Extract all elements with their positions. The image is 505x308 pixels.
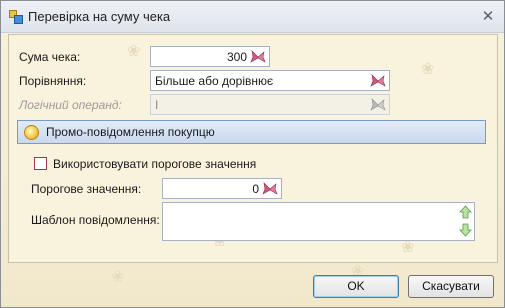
title-bar[interactable]: Перевірка на суму чека ✕: [1, 1, 504, 33]
butterfly-icon[interactable]: [250, 49, 266, 65]
template-label: Шаблон повідомлення:: [31, 213, 160, 227]
logical-operand-select: І: [150, 94, 390, 115]
logical-operand-value: І: [155, 98, 159, 112]
shell-decoration-icon: ❀: [421, 59, 435, 78]
butterfly-icon: [370, 97, 386, 113]
window-title: Перевірка на суму чека: [28, 9, 171, 24]
arrow-up-icon[interactable]: [459, 205, 472, 219]
ok-button[interactable]: OK: [313, 275, 399, 298]
use-threshold-checkbox[interactable]: [34, 157, 47, 170]
app-icon: [9, 10, 23, 24]
shell-decoration-icon: ❀: [111, 267, 125, 286]
promo-group-header[interactable]: Промо-повідомлення покупцю: [17, 120, 486, 144]
shell-decoration-icon: ❀: [401, 237, 415, 256]
use-threshold-label[interactable]: Використовувати порогове значення: [53, 157, 256, 171]
comparison-select[interactable]: Більше або дорівнює: [150, 70, 390, 91]
butterfly-icon[interactable]: [370, 73, 386, 89]
threshold-input[interactable]: 0: [162, 178, 282, 199]
comparison-value: Більше або дорівнює: [155, 74, 274, 88]
threshold-value: 0: [252, 182, 259, 196]
promo-group-title: Промо-повідомлення покупцю: [46, 125, 215, 139]
lightbulb-icon: [24, 125, 39, 140]
dialog-window: Перевірка на суму чека ✕ ❀ ❀ ❀ ❀ ❀ ❀ Сум…: [0, 0, 505, 308]
close-icon[interactable]: ✕: [480, 8, 496, 24]
arrow-down-icon[interactable]: [459, 223, 472, 237]
sum-value: 300: [226, 50, 247, 64]
shell-decoration-icon: ❀: [127, 41, 141, 60]
butterfly-icon[interactable]: [262, 181, 278, 197]
sum-label: Сума чека:: [19, 50, 81, 64]
logical-operand-label: Логічний операнд:: [19, 98, 122, 112]
comparison-label: Порівняння:: [19, 74, 87, 88]
cancel-button[interactable]: Скасувати: [408, 275, 494, 298]
template-textarea[interactable]: [162, 202, 475, 241]
sum-input[interactable]: 300: [150, 46, 270, 67]
threshold-label: Порогове значення:: [31, 182, 142, 196]
